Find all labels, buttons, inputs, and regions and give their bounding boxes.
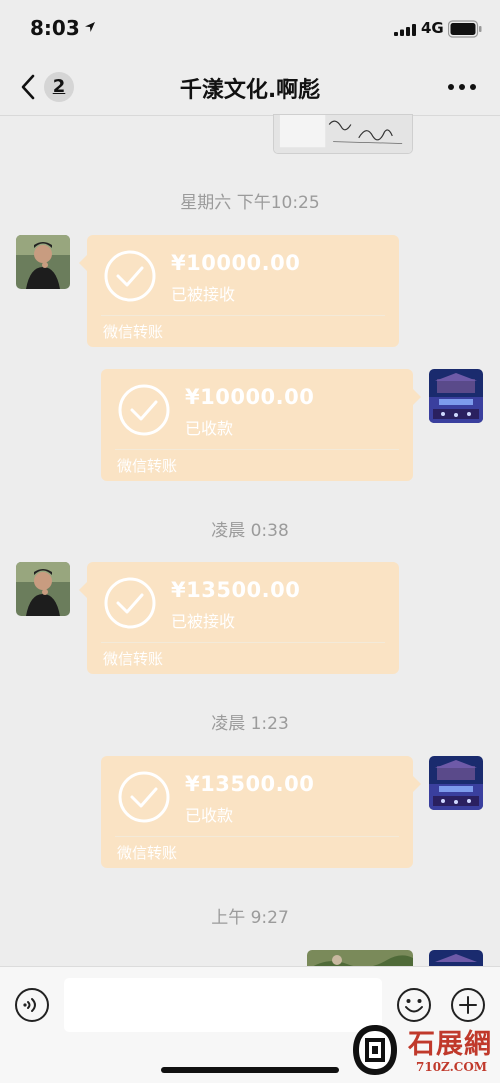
watermark-logo-text: 石展網 bbox=[408, 1029, 492, 1060]
check-icon bbox=[118, 384, 170, 436]
chat-header: 2 千漾文化.啊彪 bbox=[0, 58, 500, 116]
check-icon bbox=[104, 577, 156, 629]
transfer-bubble[interactable]: ¥10000.00 已被接收 微信转账 bbox=[79, 235, 399, 347]
chat-title[interactable]: 千漾文化.啊彪 bbox=[100, 72, 400, 104]
image-message-partial[interactable] bbox=[273, 114, 413, 154]
home-indicator bbox=[161, 1067, 339, 1073]
transfer-footer: 微信转账 bbox=[103, 650, 164, 668]
network-type: 4G bbox=[421, 19, 444, 37]
back-icon[interactable] bbox=[18, 73, 38, 101]
transfer-status: 已收款 bbox=[185, 419, 234, 438]
self-avatar[interactable] bbox=[429, 369, 483, 423]
transfer-bubble[interactable]: ¥10000.00 已收款 微信转账 bbox=[101, 369, 421, 481]
contact-avatar[interactable] bbox=[16, 562, 70, 616]
check-icon bbox=[118, 771, 170, 823]
bubble-divider bbox=[115, 449, 399, 450]
contact-avatar[interactable] bbox=[16, 235, 70, 289]
watermark: 石展網 710Z.COM bbox=[350, 1018, 500, 1083]
transfer-footer: 微信转账 bbox=[117, 457, 178, 475]
location-icon bbox=[85, 22, 95, 32]
transfer-footer: 微信转账 bbox=[117, 844, 178, 862]
message-input[interactable] bbox=[64, 978, 382, 1032]
more-icon[interactable] bbox=[446, 82, 478, 92]
signal-icon bbox=[394, 24, 416, 36]
status-time: 8:03 bbox=[30, 16, 80, 40]
transfer-status: 已被接收 bbox=[171, 612, 236, 631]
time-label: 凌晨 0:38 bbox=[211, 521, 289, 541]
bubble-divider bbox=[101, 315, 385, 316]
check-icon bbox=[104, 250, 156, 302]
bubble-divider bbox=[115, 836, 399, 837]
time-label: 上午 9:27 bbox=[211, 908, 289, 928]
status-bar: 8:03 4G bbox=[0, 0, 500, 58]
transfer-amount: ¥13500.00 bbox=[185, 772, 315, 796]
bubble-divider bbox=[101, 642, 385, 643]
transfer-bubble[interactable]: ¥13500.00 已收款 微信转账 bbox=[101, 756, 421, 868]
unread-count-badge[interactable]: 2 bbox=[44, 72, 74, 102]
watermark-url: 710Z.COM bbox=[416, 1060, 488, 1074]
transfer-amount: ¥13500.00 bbox=[171, 578, 301, 602]
transfer-bubble[interactable]: ¥13500.00 已被接收 微信转账 bbox=[79, 562, 399, 674]
seal-icon bbox=[353, 1025, 397, 1075]
transfer-status: 已收款 bbox=[185, 806, 234, 825]
transfer-amount: ¥10000.00 bbox=[171, 251, 301, 275]
voice-icon[interactable] bbox=[14, 987, 50, 1023]
transfer-status: 已被接收 bbox=[171, 285, 236, 304]
time-label: 凌晨 1:23 bbox=[211, 714, 289, 734]
transfer-footer: 微信转账 bbox=[103, 323, 164, 341]
time-label: 星期六 下午10:25 bbox=[180, 193, 320, 213]
self-avatar[interactable] bbox=[429, 756, 483, 810]
transfer-amount: ¥10000.00 bbox=[185, 385, 315, 409]
battery-icon bbox=[448, 20, 482, 38]
